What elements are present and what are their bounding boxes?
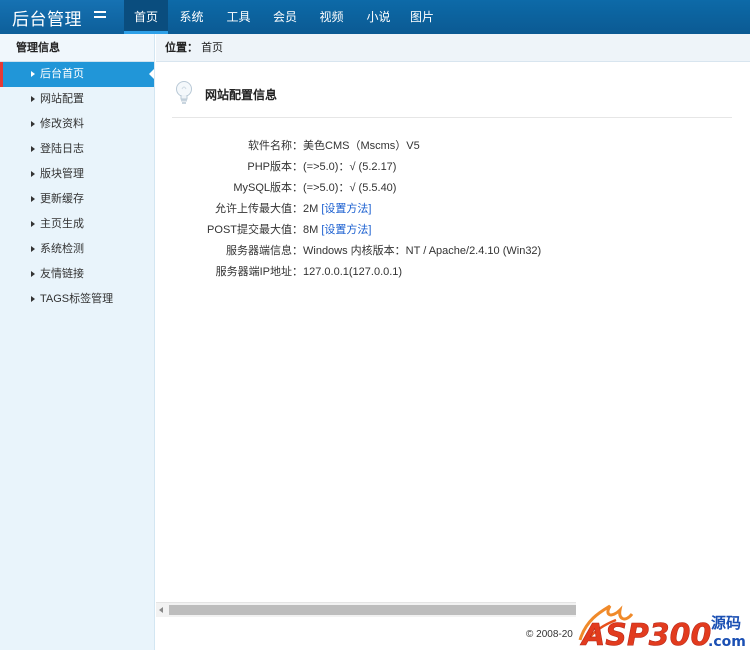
info-key: POST提交最大值： — [207, 224, 303, 236]
scrollbar-thumb[interactable] — [169, 605, 579, 615]
nav-item-novel[interactable]: 小说 — [355, 0, 402, 34]
caret-right-icon — [31, 146, 35, 152]
setting-method-link[interactable]: [设置方法] — [321, 203, 371, 215]
info-value: 127.0.0.1(127.0.0.1) — [303, 266, 403, 278]
breadcrumb: 位置： 首页 — [156, 34, 750, 62]
breadcrumb-label: 位置： — [165, 42, 198, 54]
scroll-left-icon[interactable] — [159, 607, 163, 613]
sidebar-item-generate-home[interactable]: 主页生成 — [0, 212, 154, 237]
sidebar-item-label: 后台首页 — [40, 68, 84, 80]
main-nav: 首页 系统 工具 会员 视频 小说 图片 — [124, 0, 442, 34]
caret-right-icon — [31, 96, 35, 102]
breadcrumb-current[interactable]: 首页 — [201, 42, 223, 54]
info-row-software: 软件名称：美色CMS（Mscms）V5 — [172, 136, 732, 157]
caret-right-icon — [31, 121, 35, 127]
sidebar-item-label: 主页生成 — [40, 218, 84, 230]
info-row-post: POST提交最大值：8M [设置方法] — [172, 220, 732, 241]
info-value: Windows 内核版本：NT / Apache/2.4.10 (Win32) — [303, 245, 542, 257]
nav-item-home[interactable]: 首页 — [124, 0, 168, 34]
nav-item-pictures[interactable]: 图片 — [402, 0, 442, 34]
sidebar-item-label: 友情链接 — [40, 268, 84, 280]
watermark-logo: ASP300 源码 .com — [576, 600, 750, 650]
watermark-domain: .com — [708, 634, 746, 650]
sidebar-item-update-cache[interactable]: 更新缓存 — [0, 187, 154, 212]
lightbulb-icon — [176, 81, 192, 104]
sidebar-item-sections[interactable]: 版块管理 — [0, 162, 154, 187]
sidebar-item-edit-profile[interactable]: 修改资料 — [0, 112, 154, 137]
caret-right-icon — [31, 221, 35, 227]
info-key: 服务器端信息： — [226, 245, 303, 257]
info-key: 允许上传最大值： — [215, 203, 303, 215]
sidebar-item-label: 修改资料 — [40, 118, 84, 130]
info-value: 美色CMS（Mscms）V5 — [303, 140, 420, 152]
nav-item-members[interactable]: 会员 — [262, 0, 308, 34]
section-title: 网站配置信息 — [205, 88, 278, 102]
logo-text: 后台管理 — [12, 10, 82, 29]
footer-copyright: © 2008-20 — [526, 629, 573, 640]
info-value: 2M — [303, 203, 322, 215]
setting-method-link[interactable]: [设置方法] — [321, 224, 371, 236]
info-value: (=>5.0)：√ (5.5.40) — [303, 182, 397, 194]
caret-right-icon — [31, 271, 35, 277]
info-value: 8M — [303, 224, 322, 236]
logo: 后台管理 — [0, 0, 124, 34]
section-header: 网站配置信息 — [172, 76, 732, 118]
sidebar-item-login-log[interactable]: 登陆日志 — [0, 137, 154, 162]
nav-item-system[interactable]: 系统 — [168, 0, 215, 34]
info-key: MySQL版本： — [233, 182, 303, 194]
menu-toggle-icon[interactable] — [94, 11, 106, 23]
sidebar-title: 管理信息 — [0, 34, 154, 62]
sidebar-item-label: 更新缓存 — [40, 193, 84, 205]
nav-item-tools[interactable]: 工具 — [215, 0, 262, 34]
sidebar-item-system-check[interactable]: 系统检测 — [0, 237, 154, 262]
sidebar-item-label: TAGS标签管理 — [40, 293, 114, 305]
sidebar-item-label: 版块管理 — [40, 168, 84, 180]
watermark-logo-icon: ASP300 源码 .com — [578, 604, 746, 650]
info-row-mysql: MySQL版本：(=>5.0)：√ (5.5.40) — [172, 178, 732, 199]
info-row-ip: 服务器端IP地址：127.0.0.1(127.0.0.1) — [172, 262, 732, 283]
sidebar-item-dashboard[interactable]: 后台首页 — [0, 62, 154, 87]
caret-right-icon — [31, 171, 35, 177]
info-row-php: PHP版本：(=>5.0)：√ (5.2.17) — [172, 157, 732, 178]
caret-right-icon — [31, 196, 35, 202]
info-row-server: 服务器端信息：Windows 内核版本：NT / Apache/2.4.10 (… — [172, 241, 732, 262]
caret-right-icon — [31, 71, 35, 77]
top-bar: 后台管理 首页 系统 工具 会员 视频 小说 图片 — [0, 0, 750, 34]
config-info: 软件名称：美色CMS（Mscms）V5 PHP版本：(=>5.0)：√ (5.2… — [172, 136, 732, 283]
watermark-suffix: 源码 — [711, 614, 741, 632]
sidebar-item-label: 登陆日志 — [40, 143, 84, 155]
info-key: PHP版本： — [247, 161, 303, 173]
info-key: 软件名称： — [248, 140, 303, 152]
nav-item-video[interactable]: 视频 — [308, 0, 355, 34]
caret-right-icon — [31, 246, 35, 252]
sidebar: 管理信息 后台首页 网站配置 修改资料 登陆日志 版块管理 更新缓存 主页生成 … — [0, 34, 155, 650]
sidebar-item-site-config[interactable]: 网站配置 — [0, 87, 154, 112]
info-key: 服务器端IP地址： — [215, 266, 303, 278]
sidebar-item-friend-links[interactable]: 友情链接 — [0, 262, 154, 287]
watermark-text: ASP300 — [580, 618, 711, 650]
sidebar-item-tags[interactable]: TAGS标签管理 — [0, 287, 154, 312]
info-row-upload: 允许上传最大值：2M [设置方法] — [172, 199, 732, 220]
info-value: (=>5.0)：√ (5.2.17) — [303, 161, 397, 173]
active-pointer-icon — [149, 69, 154, 79]
sidebar-item-label: 网站配置 — [40, 93, 84, 105]
caret-right-icon — [31, 296, 35, 302]
sidebar-item-label: 系统检测 — [40, 243, 84, 255]
